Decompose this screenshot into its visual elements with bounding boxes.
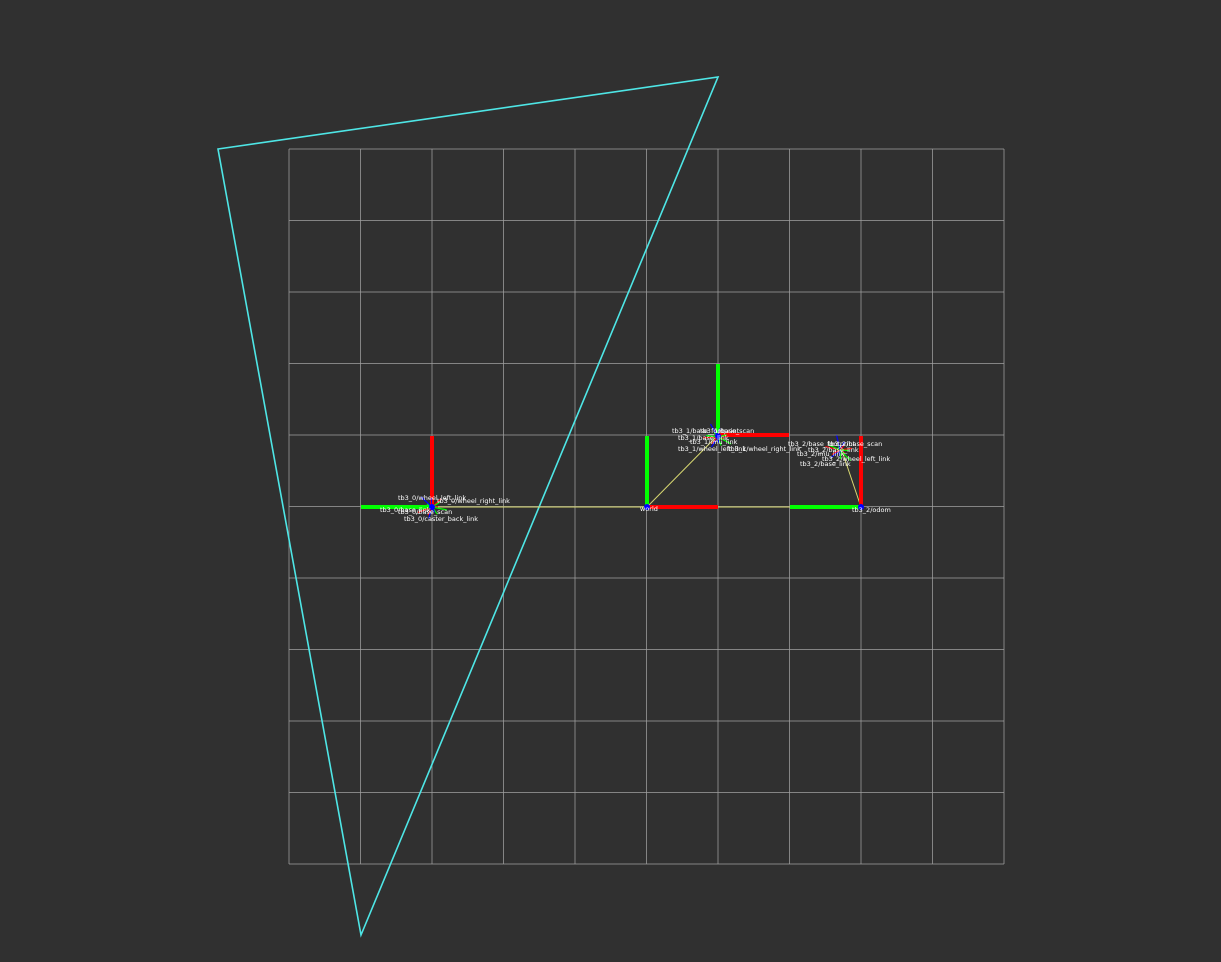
scene-canvas[interactable]: tb3_0/wheel_left_link tb3_0/wheel_right_… [0, 0, 1221, 958]
frame-label: tb3_2/base_link [800, 460, 851, 468]
tf-frame-right-cluster[interactable]: tb3_2/base_footprint tb3_2/base_scan tb3… [788, 435, 891, 514]
frame-label: world [640, 505, 658, 513]
frame-label: tb3_0/wheel_right_link [437, 497, 510, 505]
3d-viewport[interactable]: tb3_0/wheel_left_link tb3_0/wheel_right_… [0, 0, 1221, 958]
tf-frame-top-cluster[interactable]: tb3_1/base_footprint tb3_1/base_scan tb3… [672, 364, 801, 453]
frame-label: tb3_2/odom [852, 506, 891, 514]
tf-frame-left-cluster[interactable]: tb3_0/wheel_left_link tb3_0/wheel_right_… [361, 436, 510, 523]
frame-label: tb3_0/caster_back_link [404, 515, 478, 523]
